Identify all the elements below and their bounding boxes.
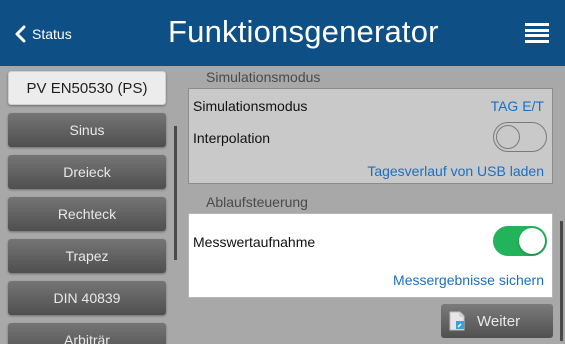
sidebar-item-dreieck[interactable]: Dreieck (8, 155, 166, 189)
main-scrollbar[interactable] (560, 221, 563, 341)
hamburger-menu-icon[interactable] (525, 23, 549, 43)
next-button[interactable]: Weiter (441, 304, 553, 338)
title-bar: Status Funktionsgenerator (0, 0, 565, 66)
back-button[interactable]: Status (14, 22, 72, 46)
sidebar: PV EN50530 (PS) Sinus Dreieck Rechteck T… (0, 66, 177, 344)
load-usb-link[interactable]: Tagesverlauf von USB laden (367, 163, 544, 179)
interpolation-label: Interpolation (193, 130, 271, 146)
toggle-knob (519, 228, 545, 254)
sidebar-item-rechteck[interactable]: Rechteck (8, 197, 166, 231)
save-results-link[interactable]: Messergebnisse sichern (393, 272, 544, 288)
sidebar-item-din-40839[interactable]: DIN 40839 (8, 281, 166, 315)
chevron-left-icon (15, 25, 26, 43)
main-content: Simulationsmodus Simulationsmodus TAG E/… (180, 66, 565, 344)
simulation-panel: Simulationsmodus TAG E/T Interpolation T… (188, 88, 553, 184)
sidebar-item-arbitraer[interactable]: Arbiträr (8, 323, 166, 344)
page-title: Funktionsgenerator (168, 14, 439, 49)
document-import-icon (449, 311, 465, 331)
sidebar-scrollbar[interactable] (174, 126, 177, 260)
toggle-knob (496, 125, 520, 149)
interpolation-toggle[interactable] (493, 122, 547, 152)
mode-value-link[interactable]: TAG E/T (491, 98, 544, 114)
recording-toggle[interactable] (493, 226, 547, 256)
recording-label: Messwertaufnahme (193, 234, 316, 250)
section-label-ablaufsteuerung: Ablaufsteuerung (206, 194, 308, 210)
sidebar-item-sinus[interactable]: Sinus (8, 113, 166, 147)
back-label: Status (32, 26, 72, 42)
sidebar-item-pv-en50530[interactable]: PV EN50530 (PS) (8, 71, 166, 105)
section-label-simulationsmodus: Simulationsmodus (206, 69, 321, 85)
mode-label: Simulationsmodus (193, 98, 308, 114)
sidebar-item-trapez[interactable]: Trapez (8, 239, 166, 273)
next-label: Weiter (477, 312, 521, 330)
sequence-panel: Messwertaufnahme Messergebnisse sichern (188, 213, 553, 298)
